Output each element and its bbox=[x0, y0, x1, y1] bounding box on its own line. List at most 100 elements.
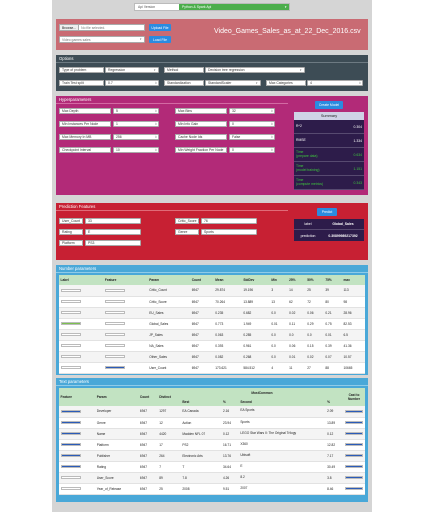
stepper-icon: ⇕ bbox=[270, 135, 273, 139]
cell-max: 113 bbox=[343, 288, 349, 293]
prediction-input[interactable]: PS3 bbox=[85, 240, 141, 246]
cell-best_pct: 2.16 bbox=[223, 409, 230, 414]
summary-rows: R^2 0.304 RMSE 1.334 Time (prepare data) 0.63… bbox=[294, 120, 364, 190]
feature-toggle[interactable] bbox=[60, 476, 81, 479]
browse-button[interactable]: Browse... bbox=[60, 25, 80, 30]
feature-toggle[interactable] bbox=[60, 487, 81, 490]
cell-count: 6947 bbox=[139, 475, 148, 480]
cell-best: PS2 bbox=[182, 442, 189, 447]
feature-toggle[interactable] bbox=[60, 432, 81, 435]
hyperparameters-header: Hyperparameters bbox=[56, 96, 288, 104]
cell-min: 0.0 bbox=[271, 332, 276, 337]
hyper-input[interactable]: 0 ⇕ bbox=[229, 147, 275, 153]
feature-toggle[interactable] bbox=[104, 300, 125, 303]
hyper-input[interactable]: False ⇕ bbox=[229, 134, 275, 140]
hyper-input[interactable]: 1 ⇕ bbox=[113, 121, 159, 127]
hyper-value: 5 bbox=[116, 109, 118, 113]
feature-toggle[interactable] bbox=[104, 333, 125, 336]
cell-param: Publisher bbox=[96, 453, 111, 458]
label-toggle[interactable] bbox=[60, 355, 81, 358]
hyper-input[interactable]: 0 ⇕ bbox=[229, 121, 275, 127]
cast-toggle[interactable] bbox=[345, 421, 363, 424]
hyper-input[interactable]: 5 ⇕ bbox=[113, 108, 159, 114]
number-col-header: StdDev bbox=[243, 278, 255, 282]
cast-toggle[interactable] bbox=[345, 432, 363, 435]
stepper-icon: ⇕ bbox=[154, 122, 157, 126]
api-version-select[interactable]: Python & Spark Api ▼ bbox=[179, 4, 289, 10]
cast-toggle[interactable] bbox=[345, 443, 363, 446]
label-toggle[interactable] bbox=[60, 366, 81, 369]
cell-p75: 0.07 bbox=[325, 354, 332, 359]
cell-distinct: 89 bbox=[159, 475, 163, 480]
summary-label: RMSE bbox=[296, 137, 306, 142]
hyperparameters-section: Hyperparameters Max Depth 5 ⇕ Max Bins 32 ⇕ Mi… bbox=[56, 96, 368, 195]
hyper-value: 1 bbox=[116, 122, 118, 126]
text-col-cast: Cast to Number bbox=[347, 393, 361, 401]
label-toggle[interactable] bbox=[60, 344, 81, 347]
hyper-input[interactable]: 256 ⇕ bbox=[113, 134, 159, 140]
feature-toggle[interactable] bbox=[60, 421, 81, 424]
hyper-value: 256 bbox=[116, 135, 122, 139]
method-select[interactable]: Decision tree regression ▼ bbox=[205, 67, 305, 73]
label-toggle[interactable] bbox=[60, 311, 81, 314]
create-model-button[interactable]: Create Model bbox=[315, 101, 343, 109]
label-toggle[interactable] bbox=[60, 333, 81, 336]
cell-max: 10.57 bbox=[343, 354, 352, 359]
saved-file-select[interactable]: Video games sales ▼ bbox=[59, 36, 145, 43]
feature-toggle[interactable] bbox=[60, 410, 81, 413]
feature-toggle[interactable] bbox=[104, 322, 125, 325]
feature-toggle[interactable] bbox=[104, 289, 125, 292]
hyper-input[interactable]: 32 ⇕ bbox=[229, 108, 275, 114]
cell-distinct: 4420 bbox=[159, 431, 167, 436]
cell-p50: 0.02 bbox=[307, 354, 314, 359]
cell-mean: 0.393 bbox=[215, 343, 224, 348]
cast-toggle[interactable] bbox=[345, 465, 363, 468]
prediction-input[interactable]: E bbox=[85, 229, 141, 235]
cell-second: X360 bbox=[240, 441, 248, 446]
standardization-select[interactable]: StandardScaler ▼ bbox=[205, 80, 261, 86]
problem-type-select[interactable]: Regression ▼ bbox=[105, 67, 159, 73]
prediction-input[interactable]: 33 bbox=[85, 218, 141, 224]
feature-toggle[interactable] bbox=[104, 366, 125, 369]
feature-toggle[interactable] bbox=[60, 454, 81, 457]
cell-param: Other_Sales bbox=[149, 354, 167, 359]
text-col-feature: Feature bbox=[60, 395, 73, 399]
prediction-input[interactable]: 76 bbox=[201, 218, 257, 224]
feature-toggle[interactable] bbox=[60, 443, 81, 446]
label-toggle[interactable] bbox=[60, 322, 81, 325]
cell-best_pct: 16.71 bbox=[223, 442, 231, 447]
cell-max: 98 bbox=[343, 299, 348, 304]
upload-file-button[interactable]: Upload File bbox=[149, 24, 171, 31]
train-test-split-input[interactable]: 0.7 ⇕ bbox=[105, 80, 159, 86]
prediction-input[interactable]: Sports bbox=[201, 229, 257, 235]
standardization-value: StandardScaler bbox=[208, 81, 232, 85]
cast-toggle[interactable] bbox=[345, 487, 363, 490]
hyper-value: 32 bbox=[232, 109, 236, 113]
load-file-button[interactable]: Load File bbox=[149, 36, 171, 43]
predict-button[interactable]: Predict bbox=[317, 208, 337, 216]
prediction-value: PS3 bbox=[88, 241, 95, 245]
max-categories-input[interactable]: 4 ⇕ bbox=[307, 80, 363, 86]
summary-row: Time (prepare data) 0.634 bbox=[294, 148, 364, 162]
hyper-input[interactable]: 10 ⇕ bbox=[113, 147, 159, 153]
feature-toggle[interactable] bbox=[104, 311, 125, 314]
feature-toggle[interactable] bbox=[104, 355, 125, 358]
cast-toggle[interactable] bbox=[345, 476, 363, 479]
cell-count: 6947 bbox=[139, 420, 148, 425]
number-col-header: 25% bbox=[289, 278, 296, 282]
stepper-icon: ⇕ bbox=[154, 135, 157, 139]
cast-toggle[interactable] bbox=[345, 454, 363, 457]
feature-toggle[interactable] bbox=[60, 465, 81, 468]
prediction-row-label: prediction bbox=[300, 233, 316, 238]
summary-value: 1.334 bbox=[353, 138, 363, 143]
summary-label: Time (compute metrics) bbox=[296, 177, 324, 186]
table-row: Year_of_Release 6947 25 2008 9.51 2007 8.46 bbox=[59, 483, 365, 494]
text-col-count: Count bbox=[139, 395, 150, 399]
cast-toggle[interactable] bbox=[345, 410, 363, 413]
cell-min: 0.0 bbox=[271, 310, 276, 315]
hyper-value: 10 bbox=[116, 148, 120, 152]
label-toggle[interactable] bbox=[60, 289, 81, 292]
label-toggle[interactable] bbox=[60, 300, 81, 303]
saved-file-value: Video games sales bbox=[62, 37, 91, 42]
feature-toggle[interactable] bbox=[104, 344, 125, 347]
